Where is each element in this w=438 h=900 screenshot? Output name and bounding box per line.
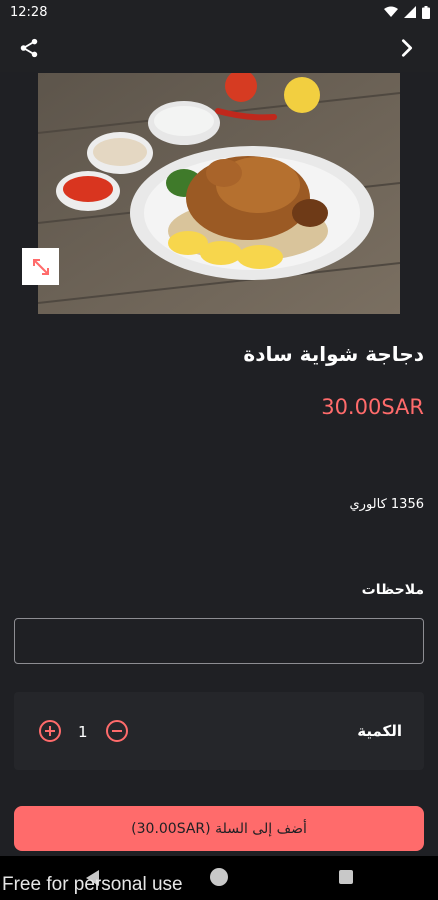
product-title: دجاجة شواية سادة: [243, 342, 424, 366]
plus-circle-icon[interactable]: [38, 719, 62, 743]
quantity-value: 1: [78, 723, 88, 741]
status-time: 12:28: [10, 4, 48, 20]
expand-image-button[interactable]: [22, 248, 59, 285]
share-icon[interactable]: [18, 37, 40, 59]
status-bar: 12:28: [0, 0, 438, 24]
quantity-card: الكمية 1: [14, 692, 424, 770]
roasted-chicken-plate-image: [38, 73, 400, 314]
status-icons: [384, 5, 430, 19]
product-image: [38, 73, 400, 314]
nav-home-icon[interactable]: [210, 868, 228, 886]
add-to-cart-button[interactable]: أضف إلى السلة (30.00SAR): [14, 806, 424, 851]
minus-circle-icon[interactable]: [105, 719, 129, 743]
watermark-text: Free for personal use: [2, 874, 183, 895]
add-to-cart-label: أضف إلى السلة (30.00SAR): [131, 820, 307, 837]
wifi-icon: [384, 6, 398, 17]
quantity-label: الكمية: [357, 722, 402, 740]
signal-icon: [404, 6, 416, 18]
notes-label: ملاحظات: [361, 582, 424, 598]
nav-recents-icon[interactable]: [339, 870, 353, 884]
product-price: 30.00SAR: [321, 395, 424, 419]
battery-icon: [422, 5, 430, 19]
top-app-bar: [0, 24, 438, 72]
chevron-right-icon[interactable]: [396, 37, 418, 59]
expand-icon: [32, 258, 49, 275]
product-calories: 1356 كالوري: [349, 497, 424, 512]
notes-input[interactable]: [14, 618, 424, 664]
